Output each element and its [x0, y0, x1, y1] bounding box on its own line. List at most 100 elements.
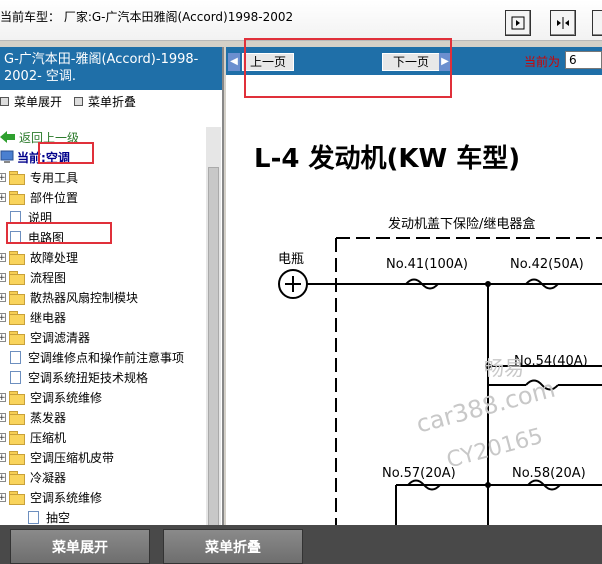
menu-item-label: 流程图: [30, 270, 67, 285]
page-nav-bar: ◀ 上一页 下一页 ▶ 当前为: [226, 47, 602, 75]
next-arrow-icon[interactable]: ▶: [439, 53, 451, 71]
collapse-icon[interactable]: [592, 10, 602, 36]
menu-item[interactable]: 空调系统扭矩技术规格: [0, 367, 206, 387]
expand-toggle-icon[interactable]: +: [0, 312, 6, 322]
menu-item[interactable]: + 流程图: [0, 267, 206, 287]
folder-icon: [9, 170, 25, 185]
menu-item-label: 说明: [28, 210, 53, 225]
folder-icon: [9, 190, 25, 205]
folder-icon: [9, 430, 25, 445]
menu-scrollbar[interactable]: [206, 127, 221, 525]
menu-item-label: 压缩机: [30, 430, 67, 445]
current-page-label: 当前为: [524, 55, 561, 69]
menu-item[interactable]: + 专用工具: [0, 167, 206, 187]
expand-toggle-icon[interactable]: +: [0, 332, 6, 342]
bottom-collapse-button[interactable]: 菜单折叠: [163, 529, 303, 564]
square-icon: [74, 96, 84, 106]
expand-icon[interactable]: [505, 10, 531, 36]
expand-toggle-icon[interactable]: +: [0, 432, 6, 442]
menu-item[interactable]: + 冷凝器: [0, 467, 206, 487]
folder-icon: [9, 250, 25, 265]
fuse-label: No.42(50A): [510, 257, 584, 272]
document-icon: [10, 210, 21, 224]
folder-icon: [9, 490, 25, 505]
scrollbar-thumb[interactable]: [208, 167, 219, 525]
watermark: 畅易: [484, 356, 524, 380]
menu-item[interactable]: + 压缩机: [0, 427, 206, 447]
menu-item-label: 继电器: [30, 310, 67, 325]
menu-tree: 返回上一级 当前:空调 + 专用工具 + 部件位置说明电路图 + 故障处理 + 流程图 + 散热器…: [0, 127, 206, 525]
expand-toggle-icon[interactable]: +: [0, 472, 6, 482]
menu-item[interactable]: + 部件位置: [0, 187, 206, 207]
menu-item[interactable]: + 故障处理: [0, 247, 206, 267]
page-number-input[interactable]: [565, 51, 602, 69]
folder-icon: [9, 330, 25, 345]
top-bar: 当前车型： 厂家:G-广汽本田雅阁(Accord)1998-2002: [0, 0, 602, 41]
menu-item-label: 抽空: [46, 510, 71, 525]
menu-item[interactable]: + 空调压缩机皮带: [0, 447, 206, 467]
menu-item-label: 专用工具: [30, 170, 79, 185]
prev-arrow-icon[interactable]: ◀: [228, 53, 240, 71]
menu-item[interactable]: 说明: [0, 207, 206, 227]
document-icon: [10, 230, 21, 244]
expand-toggle-icon[interactable]: +: [0, 272, 6, 282]
battery-label: 电瓶: [278, 252, 304, 267]
menu-item-label: 蒸发器: [30, 410, 67, 425]
expand-toggle-icon[interactable]: +: [0, 452, 6, 462]
menu-controls: 菜单展开 菜单折叠: [0, 90, 222, 112]
expand-toggle-icon[interactable]: +: [0, 392, 6, 402]
folder-icon: [9, 310, 25, 325]
computer-icon: [0, 150, 14, 163]
square-icon: [0, 96, 9, 106]
menu-item-label: 空调压缩机皮带: [30, 450, 115, 465]
folder-icon: [9, 450, 25, 465]
current-node: 当前: 空调: [0, 147, 206, 167]
menu-item[interactable]: + 散热器风扇控制模块: [0, 287, 206, 307]
menu-item[interactable]: + 空调系统维修: [0, 387, 206, 407]
prev-page-button[interactable]: 上一页: [242, 53, 294, 71]
bottom-bar: 菜单展开 菜单折叠: [0, 525, 602, 564]
bottom-expand-button[interactable]: 菜单展开: [10, 529, 150, 564]
expand-toggle-icon[interactable]: +: [0, 292, 6, 302]
menu-item-label: 空调系统维修: [30, 390, 103, 405]
back-link[interactable]: 返回上一级: [0, 127, 206, 147]
fuse-label: No.41(100A): [386, 257, 468, 272]
menu-item[interactable]: + 蒸发器: [0, 407, 206, 427]
menu-item[interactable]: + 空调系统维修: [0, 487, 206, 507]
expand-toggle-icon[interactable]: +: [0, 252, 6, 262]
menu-item-label: 空调维修点和操作前注意事项: [28, 350, 185, 365]
expand-toggle-icon[interactable]: +: [0, 412, 6, 422]
menu-item-label: 部件位置: [30, 190, 79, 205]
menu-item[interactable]: 抽空: [0, 507, 206, 525]
split-icon[interactable]: [550, 10, 576, 36]
menu-item[interactable]: 电路图: [0, 227, 206, 247]
fuse-label: No.58(20A): [512, 466, 586, 481]
menu-item-label: 故障处理: [30, 250, 79, 265]
fuse-box-label: 发动机盖下保险/继电器盒: [388, 216, 535, 232]
menu-item-label: 散热器风扇控制模块: [30, 290, 139, 305]
back-arrow-icon: [0, 131, 15, 143]
document-viewer: ◀ 上一页 下一页 ▶ 当前为 L-4 发动机(KW 车型) 发动机盖下保险/继…: [226, 47, 602, 525]
collapse-all-link[interactable]: 菜单折叠: [74, 93, 136, 110]
menu-item[interactable]: + 空调滤清器: [0, 327, 206, 347]
vehicle-title: 当前车型： 厂家:G-广汽本田雅阁(Accord)1998-2002: [0, 10, 294, 24]
menu-item-label: 电路图: [28, 230, 65, 245]
menu-header: G-广汽本田-雅阁(Accord)-1998-2002- 空调.: [0, 47, 222, 90]
next-page-button[interactable]: 下一页: [382, 53, 440, 71]
fuse-label: No.54(40A): [514, 354, 588, 369]
menu-items: + 专用工具 + 部件位置说明电路图 + 故障处理 + 流程图 + 散热器风扇控制模块 + 继电器 + 空…: [0, 167, 206, 525]
menu-item-label: 空调系统维修: [30, 490, 103, 505]
expand-toggle-icon[interactable]: +: [0, 172, 6, 182]
expand-all-link[interactable]: 菜单展开: [0, 93, 62, 110]
menu-item[interactable]: + 继电器: [0, 307, 206, 327]
menu-item-label: 冷凝器: [30, 470, 67, 485]
menu-panel: G-广汽本田-雅阁(Accord)-1998-2002- 空调. 菜单展开 菜单…: [0, 47, 224, 525]
menu-item-label: 空调滤清器: [30, 330, 91, 345]
expand-toggle-icon[interactable]: +: [0, 492, 6, 502]
diagram-title: L-4 发动机(KW 车型): [254, 143, 520, 174]
document-icon: [28, 510, 39, 524]
folder-icon: [9, 410, 25, 425]
expand-toggle-icon[interactable]: +: [0, 192, 6, 202]
menu-item[interactable]: 空调维修点和操作前注意事项: [0, 347, 206, 367]
fuse-label: No.57(20A): [382, 466, 456, 481]
